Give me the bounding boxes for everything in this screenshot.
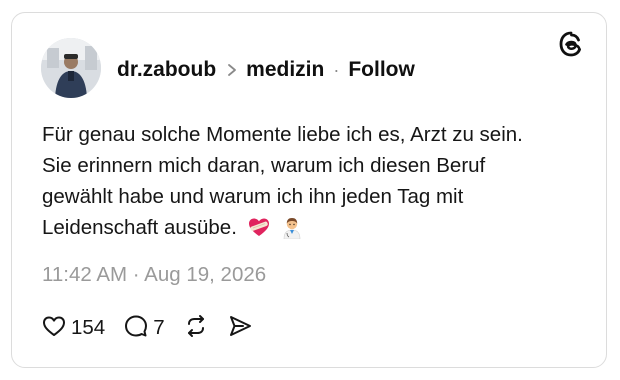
post-actions: 154 7 — [41, 313, 271, 343]
topic-link[interactable]: medizin — [246, 58, 324, 82]
avatar[interactable] — [41, 38, 101, 98]
man-health-worker-emoji — [280, 215, 304, 240]
share-icon — [227, 313, 253, 344]
comment-icon — [123, 313, 149, 344]
repost-button[interactable] — [183, 313, 209, 344]
separator-dot: · — [333, 59, 340, 80]
like-count: 154 — [71, 316, 106, 339]
threads-logo-icon[interactable] — [557, 30, 585, 58]
like-button[interactable]: 154 — [41, 313, 105, 344]
post-card: dr.zaboub medizin · Follow Für genau sol… — [11, 12, 607, 368]
post-timestamp: 11:42 AM · Aug 19, 2026 — [42, 263, 267, 286]
author-username[interactable]: dr.zaboub — [117, 58, 216, 82]
post-header: dr.zaboub medizin · Follow — [117, 55, 415, 85]
post-body: Für genau solche Momente liebe ich es, A… — [42, 119, 542, 243]
heart-icon — [41, 313, 67, 344]
follow-button[interactable]: Follow — [348, 58, 415, 82]
heart-with-bandage-emoji — [247, 215, 271, 239]
reply-button[interactable]: 7 — [123, 313, 165, 344]
avatar-photo — [41, 38, 101, 98]
share-button[interactable] — [227, 313, 253, 344]
chevron-right-icon — [225, 63, 239, 77]
repost-icon — [183, 313, 209, 344]
reply-count: 7 — [153, 316, 165, 339]
